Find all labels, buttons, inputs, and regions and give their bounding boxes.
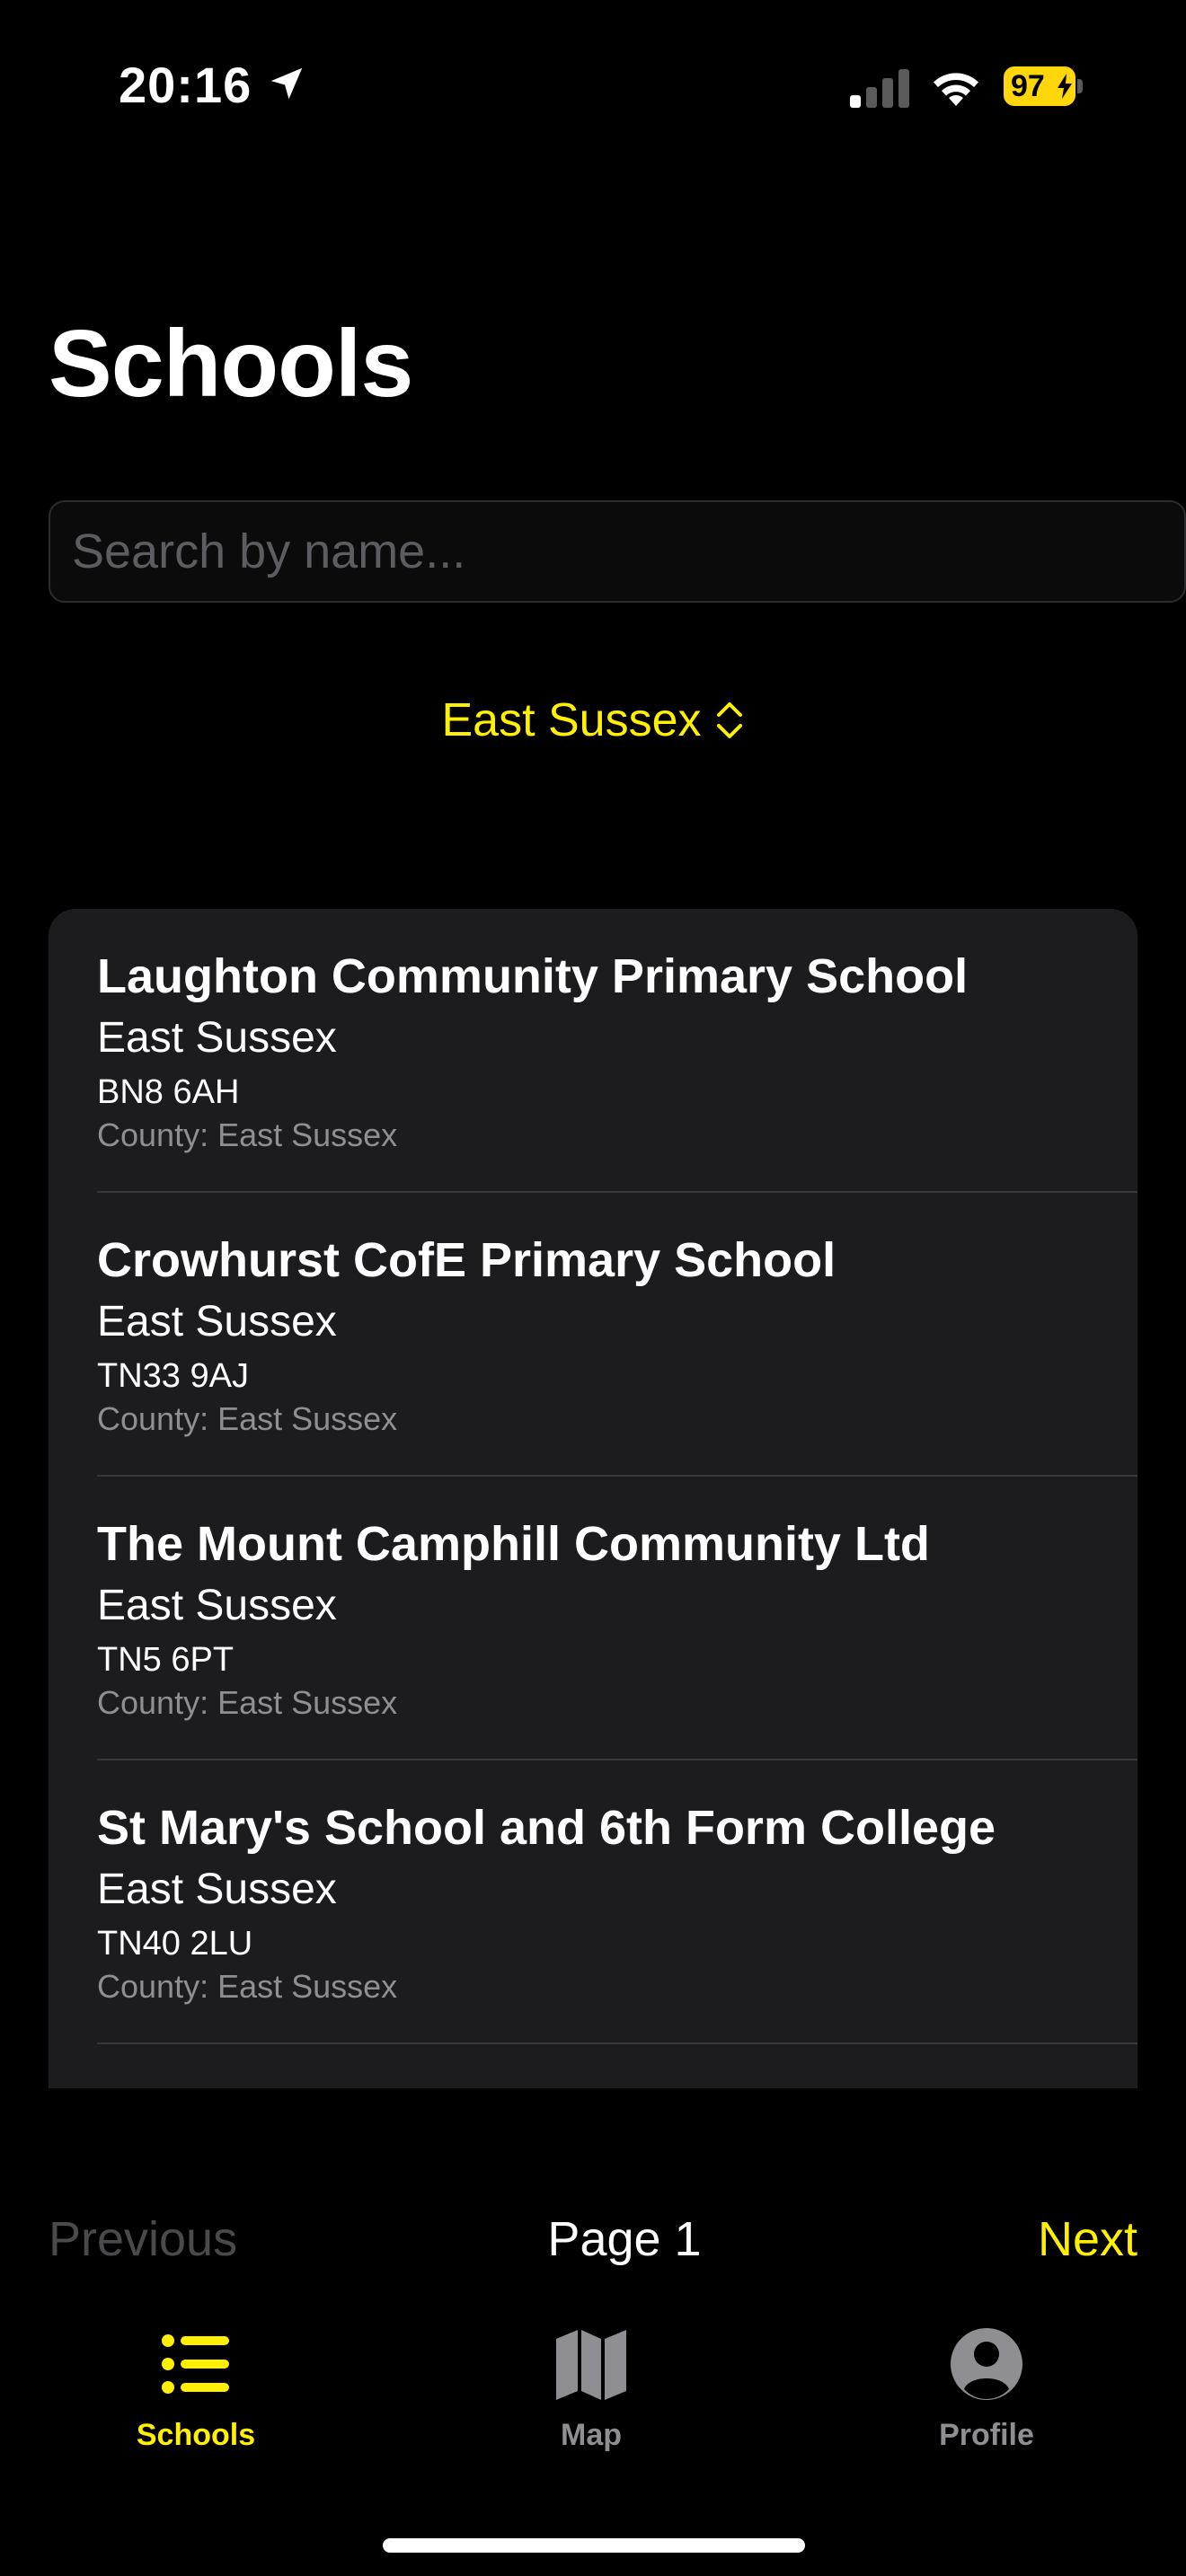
tab-label: Map <box>561 2418 622 2452</box>
tab-label: Profile <box>939 2418 1034 2452</box>
tab-profile[interactable]: Profile <box>852 2326 1121 2453</box>
battery-cap <box>1077 79 1083 93</box>
pagination: Previous Page 1 Next <box>0 2211 1186 2283</box>
previous-page-button[interactable]: Previous <box>49 2211 237 2267</box>
school-name: Laughton Community Primary School <box>97 949 969 1003</box>
charging-bolt-icon <box>1058 74 1072 99</box>
map-icon <box>556 2330 626 2400</box>
county-picker-value: East Sussex <box>441 694 702 746</box>
home-indicator[interactable] <box>383 2538 805 2553</box>
school-county: County: East Sussex <box>97 1967 398 2005</box>
person-circle-icon <box>951 2328 1022 2400</box>
list-icon <box>162 2334 229 2394</box>
tab-label: Schools <box>136 2418 256 2452</box>
wifi-icon <box>934 73 978 106</box>
battery-percentage: 97 <box>1011 69 1045 103</box>
county-picker-button[interactable]: East Sussex <box>441 693 744 747</box>
tab-schools[interactable]: Schools <box>61 2326 331 2453</box>
school-county: County: East Sussex <box>97 1116 398 1153</box>
school-postcode: TN5 6PT <box>97 1641 235 1680</box>
tab-bar: Schools Map Profile <box>0 2326 1186 2488</box>
school-list-item[interactable]: Crowhurst CofE Primary School East Susse… <box>49 1193 1137 1477</box>
school-area: East Sussex <box>97 1866 337 1914</box>
status-bar: 20:16 97 <box>0 0 1186 171</box>
search-input[interactable] <box>49 500 1186 603</box>
school-area: East Sussex <box>97 1014 337 1063</box>
school-county: County: East Sussex <box>97 1683 398 1721</box>
location-arrow-icon <box>270 67 303 100</box>
school-list-item[interactable]: Laughton Community Primary School East S… <box>49 909 1137 1193</box>
school-postcode: BN8 6AH <box>97 1073 240 1112</box>
page-number-label: Page 1 <box>547 2212 702 2266</box>
school-list: Laughton Community Primary School East S… <box>49 909 1137 2088</box>
cellular-signal-icon <box>850 69 909 108</box>
battery-indicator: 97 <box>1004 66 1083 106</box>
school-name: The Mount Camphill Community Ltd <box>97 1517 930 1571</box>
school-county: County: East Sussex <box>97 1399 398 1437</box>
school-postcode: TN33 9AJ <box>97 1357 249 1396</box>
school-postcode: TN40 2LU <box>97 1925 253 1963</box>
school-name: St Mary's School and 6th Form College <box>97 1801 996 1855</box>
county-picker: East Sussex <box>0 693 1186 747</box>
school-list-item[interactable]: St Mary's School and 6th Form College Ea… <box>49 1760 1137 2044</box>
school-area: East Sussex <box>97 1298 337 1346</box>
status-time: 20:16 <box>119 57 252 113</box>
school-name: Crowhurst CofE Primary School <box>97 1233 836 1287</box>
tab-map[interactable]: Map <box>456 2326 726 2453</box>
chevron-up-down-icon <box>716 702 742 738</box>
next-page-button[interactable]: Next <box>1038 2211 1137 2267</box>
school-area: East Sussex <box>97 1582 337 1630</box>
school-list-item[interactable]: The Mount Camphill Community Ltd East Su… <box>49 1477 1137 1760</box>
page-title: Schools <box>49 311 413 417</box>
